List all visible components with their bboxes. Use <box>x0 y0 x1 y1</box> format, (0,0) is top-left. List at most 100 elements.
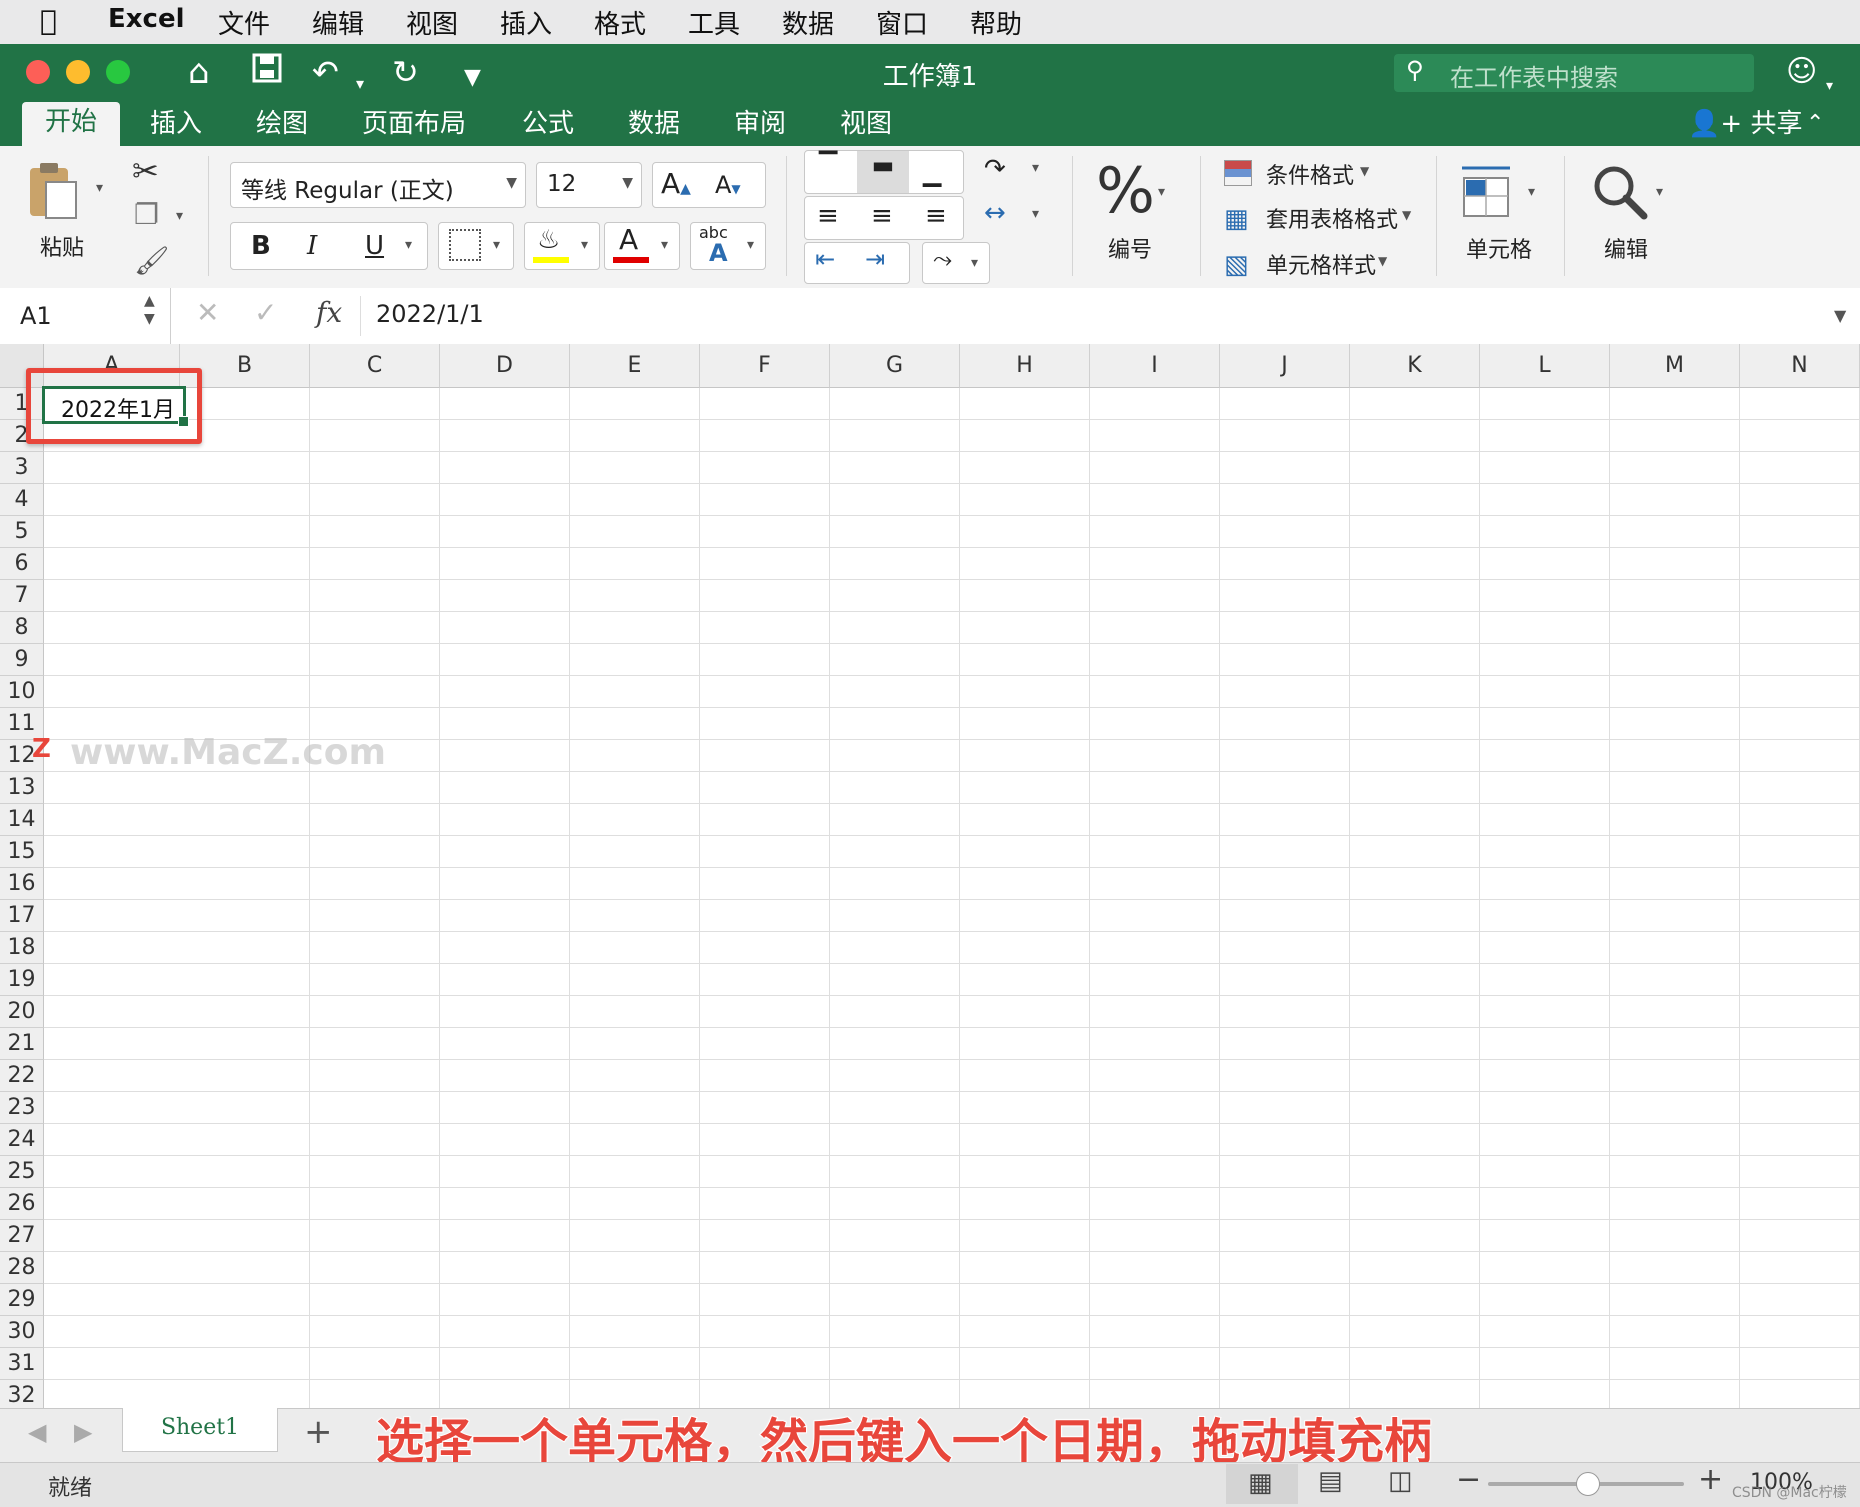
italic-button[interactable]: I <box>307 231 317 261</box>
redo-icon[interactable]: ↻ <box>392 52 419 92</box>
column-header-k[interactable]: K <box>1350 344 1480 388</box>
apple-icon[interactable]:  <box>40 4 57 37</box>
copy-icon[interactable]: ❐ <box>134 198 159 231</box>
row-header-25[interactable]: 25 <box>0 1156 44 1188</box>
sheet-tab-sheet1[interactable]: Sheet1 <box>122 1408 278 1452</box>
cut-icon[interactable]: ✂ <box>132 152 159 190</box>
increase-indent-icon[interactable]: ⇥ <box>865 245 885 273</box>
row-header-6[interactable]: 6 <box>0 548 44 580</box>
minimize-window-button[interactable] <box>66 60 90 84</box>
row-header-17[interactable]: 17 <box>0 900 44 932</box>
row-header-3[interactable]: 3 <box>0 452 44 484</box>
column-header-e[interactable]: E <box>570 344 700 388</box>
undo-dropdown-icon[interactable]: ▾ <box>356 64 364 104</box>
menu-app-name[interactable]: Excel <box>108 4 185 34</box>
wrap-dropdown-icon[interactable]: ▾ <box>1032 160 1039 176</box>
cells-dropdown-icon[interactable]: ▾ <box>1528 184 1535 200</box>
row-header-10[interactable]: 10 <box>0 676 44 708</box>
row-header-27[interactable]: 27 <box>0 1220 44 1252</box>
add-sheet-button[interactable]: + <box>304 1412 333 1452</box>
align-right-icon[interactable]: ≡ <box>925 201 947 231</box>
borders-button[interactable]: ▾ <box>438 222 514 270</box>
align-bottom-icon[interactable]: ▁ <box>923 159 941 187</box>
column-header-g[interactable]: G <box>830 344 960 388</box>
worksheet-grid[interactable] <box>0 344 1860 1408</box>
tab-data[interactable]: 数据 <box>628 104 680 144</box>
home-icon[interactable]: ⌂ <box>188 52 210 92</box>
align-middle-icon[interactable]: ▬ <box>857 151 909 193</box>
row-header-13[interactable]: 13 <box>0 772 44 804</box>
format-as-table-button[interactable]: ▦ 套用表格格式 ▼ <box>1224 202 1444 238</box>
decrease-indent-icon[interactable]: ⇤ <box>815 245 835 273</box>
row-header-16[interactable]: 16 <box>0 868 44 900</box>
column-header-l[interactable]: L <box>1480 344 1610 388</box>
paste-icon[interactable] <box>26 160 80 220</box>
scroll-right-icon[interactable]: ▶ <box>74 1418 92 1446</box>
format-painter-icon[interactable]: 🖌 <box>134 244 170 277</box>
row-header-24[interactable]: 24 <box>0 1124 44 1156</box>
selected-cell-a1[interactable]: 2022年1月 <box>42 386 186 424</box>
zoom-slider-thumb[interactable] <box>1576 1472 1600 1496</box>
column-header-f[interactable]: F <box>700 344 830 388</box>
merge-center-icon[interactable]: ↔ <box>984 198 1006 228</box>
row-header-21[interactable]: 21 <box>0 1028 44 1060</box>
feedback-dropdown-icon[interactable]: ▾ <box>1826 66 1833 106</box>
page-layout-view-icon[interactable]: ▤ <box>1318 1466 1343 1496</box>
fill-color-button[interactable]: ♨ ▾ <box>524 222 600 270</box>
menu-edit[interactable]: 编辑 <box>312 4 364 41</box>
menu-data[interactable]: 数据 <box>782 4 834 41</box>
row-header-31[interactable]: 31 <box>0 1348 44 1380</box>
row-header-15[interactable]: 15 <box>0 836 44 868</box>
row-header-30[interactable]: 30 <box>0 1316 44 1348</box>
column-header-h[interactable]: H <box>960 344 1090 388</box>
menu-view[interactable]: 视图 <box>406 4 458 41</box>
conditional-format-button[interactable]: 条件格式 ▼ <box>1224 158 1444 194</box>
row-header-26[interactable]: 26 <box>0 1188 44 1220</box>
paste-dropdown-icon[interactable]: ▾ <box>96 180 103 196</box>
collapse-ribbon-icon[interactable]: ⌃ <box>1806 104 1824 144</box>
align-center-icon[interactable]: ≡ <box>871 201 893 231</box>
page-break-view-icon[interactable]: ◫ <box>1388 1466 1413 1496</box>
orientation-button[interactable]: ⤳ ▾ <box>922 242 990 284</box>
undo-icon[interactable]: ↶ <box>312 52 339 92</box>
zoom-in-button[interactable]: + <box>1698 1462 1723 1497</box>
tab-formulas[interactable]: 公式 <box>522 104 574 144</box>
tab-review[interactable]: 审阅 <box>734 104 786 144</box>
normal-view-button[interactable]: ▦ <box>1226 1464 1298 1504</box>
row-header-7[interactable]: 7 <box>0 580 44 612</box>
row-header-29[interactable]: 29 <box>0 1284 44 1316</box>
smiley-feedback-icon[interactable]: ☺ <box>1786 52 1817 92</box>
row-header-9[interactable]: 9 <box>0 644 44 676</box>
font-color-button[interactable]: A ▾ <box>604 222 680 270</box>
expand-formula-bar-icon[interactable]: ▼ <box>1834 306 1846 325</box>
phonetic-button[interactable]: abc A ▾ <box>690 222 766 270</box>
row-header-20[interactable]: 20 <box>0 996 44 1028</box>
align-left-icon[interactable]: ≡ <box>817 201 839 231</box>
menu-insert[interactable]: 插入 <box>500 4 552 41</box>
menu-window[interactable]: 窗口 <box>876 4 928 41</box>
row-header-5[interactable]: 5 <box>0 516 44 548</box>
save-icon[interactable] <box>252 52 282 92</box>
tab-view[interactable]: 视图 <box>840 104 892 144</box>
row-header-23[interactable]: 23 <box>0 1092 44 1124</box>
cells-icon[interactable] <box>1458 162 1514 220</box>
name-box-stepper-icon[interactable]: ▲ ▼ <box>144 292 155 328</box>
edit-dropdown-icon[interactable]: ▾ <box>1656 184 1663 200</box>
scroll-left-icon[interactable]: ◀ <box>28 1418 46 1446</box>
column-header-d[interactable]: D <box>440 344 570 388</box>
merge-dropdown-icon[interactable]: ▾ <box>1032 206 1039 222</box>
align-top-icon[interactable]: ▔ <box>819 151 837 179</box>
menu-help[interactable]: 帮助 <box>970 4 1022 41</box>
underline-button[interactable]: U <box>365 231 384 261</box>
search-input[interactable]: ⚲ 在工作表中搜索 <box>1394 54 1754 92</box>
row-header-14[interactable]: 14 <box>0 804 44 836</box>
row-header-22[interactable]: 22 <box>0 1060 44 1092</box>
column-header-c[interactable]: C <box>310 344 440 388</box>
number-dropdown-icon[interactable]: ▾ <box>1158 184 1165 200</box>
magnifier-icon[interactable] <box>1590 162 1650 222</box>
underline-dropdown-icon[interactable]: ▾ <box>405 237 412 253</box>
increase-font-icon[interactable]: A▲ <box>661 167 691 200</box>
menu-format[interactable]: 格式 <box>594 4 646 41</box>
row-header-28[interactable]: 28 <box>0 1252 44 1284</box>
copy-dropdown-icon[interactable]: ▾ <box>176 208 183 224</box>
